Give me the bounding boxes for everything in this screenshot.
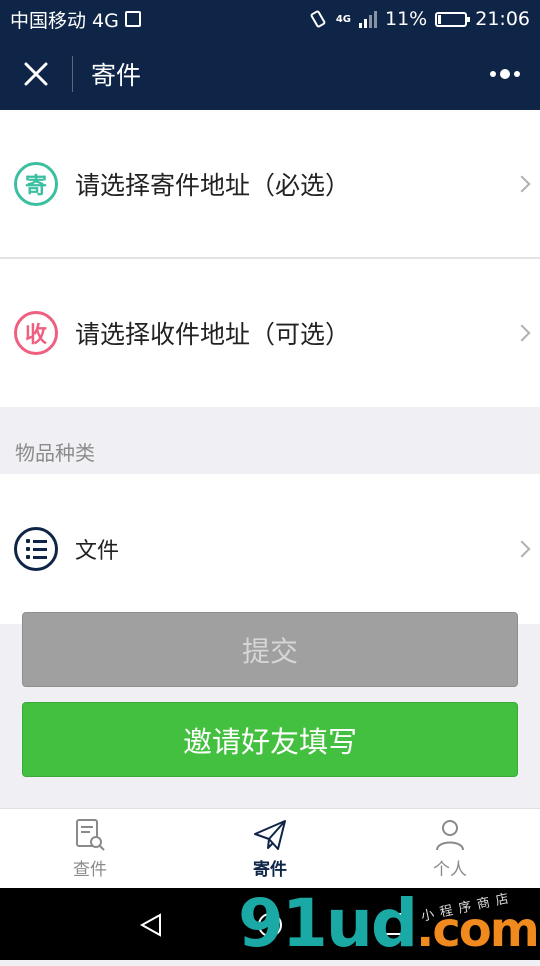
tab-profile[interactable]: 个人 (360, 809, 540, 888)
receiver-address-row[interactable]: 收 请选择收件地址（可选） (0, 259, 540, 407)
tab-label: 查件 (73, 860, 107, 880)
receiver-address-label: 请选择收件地址（可选） (75, 320, 351, 349)
invite-friend-button[interactable]: 邀请好友填写 (22, 702, 518, 777)
search-document-icon (76, 819, 105, 851)
paper-plane-icon (254, 820, 286, 850)
tab-send[interactable]: 寄件 (180, 809, 360, 888)
sender-address-row[interactable]: 寄 请选择寄件地址（必选） (0, 110, 540, 258)
chevron-right-icon (513, 540, 531, 558)
send-icon-char: 寄 (24, 174, 47, 199)
page-title: 寄件 (91, 61, 142, 90)
more-dots-icon (490, 69, 520, 79)
person-icon (436, 820, 464, 851)
chevron-right-icon (513, 324, 531, 342)
send-icon: 寄 (14, 162, 58, 206)
submit-button[interactable]: 提交 (22, 612, 518, 687)
tab-track[interactable]: 查件 (0, 809, 180, 888)
tab-bar: 查件 寄件 个人 (0, 808, 540, 888)
list-icon (14, 527, 58, 571)
signal-icon (359, 10, 377, 28)
navigation-bar: 寄件 (0, 38, 540, 110)
back-triangle-icon[interactable] (138, 912, 164, 938)
nav-divider (72, 56, 73, 92)
battery-icon (435, 11, 471, 27)
tab-label: 寄件 (253, 860, 287, 880)
close-button[interactable] (0, 38, 72, 110)
item-category-value: 文件 (75, 539, 120, 564)
receive-icon: 收 (14, 311, 58, 355)
chevron-right-icon (513, 175, 531, 193)
carrier-label: 中国移动 4G (10, 9, 119, 32)
section-label-category: 物品种类 (15, 441, 95, 465)
network-badge: 4G (335, 13, 351, 25)
vibrate-icon (310, 10, 326, 28)
image-notification-icon (124, 11, 141, 27)
sender-address-label: 请选择寄件地址（必选） (75, 171, 351, 200)
item-category-row[interactable]: 文件 (0, 474, 540, 624)
battery-percent: 11% (385, 8, 428, 30)
tab-label: 个人 (433, 860, 467, 880)
clock: 21:06 (475, 8, 530, 30)
watermark-main-text: 91ud (238, 885, 418, 962)
status-bar: 中国移动 4G 4G 11% 21:06 (0, 0, 540, 38)
receive-icon-char: 收 (24, 323, 47, 348)
close-icon (24, 62, 48, 86)
more-options-button[interactable] (470, 38, 540, 110)
